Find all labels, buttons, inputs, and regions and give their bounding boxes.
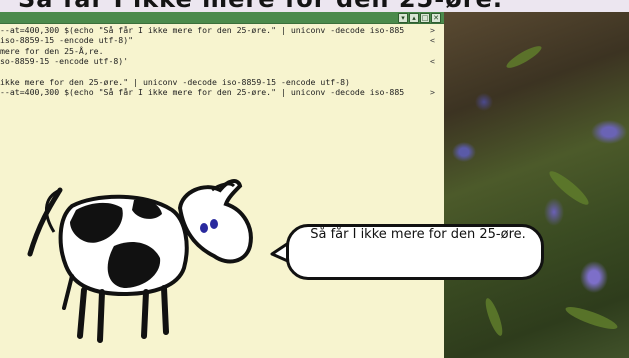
banner-text: Så får I ikke mere for den 25-øre. [18, 0, 503, 12]
terminal-line: --at=400,300 $(echo "Så får I ikke mere … [0, 25, 444, 35]
terminal-line-text: ikke mere for den 25-øre." | uniconv -de… [0, 76, 350, 87]
terminal-line: --at=400,300 $(echo "Så får I ikke mere … [0, 87, 444, 97]
speech-bubble-body: Så får I ikke mere for den 25-øre. [286, 224, 544, 280]
cow-eye [200, 223, 208, 233]
cow-leg [77, 287, 87, 339]
terminal-line-text: --at=400,300 $(echo "Så får I ikke mere … [0, 87, 405, 98]
close-icon[interactable]: ✕ [431, 13, 441, 23]
maximize-icon[interactable]: ▴ [409, 13, 419, 23]
background-banner: Så får I ikke mere for den 25-øre. [0, 0, 629, 12]
desktop-wallpaper-flowers [444, 12, 629, 358]
restore-icon[interactable]: □ [420, 13, 430, 23]
minimize-icon[interactable]: ▾ [398, 13, 408, 23]
speech-text: Så får I ikke mere for den 25-øre. [310, 227, 526, 242]
terminal-line-text: iso-8859-15 -encode utf-8)" [0, 35, 134, 46]
leaf-shape [504, 42, 544, 72]
leaf-shape [482, 296, 506, 338]
terminal-output[interactable]: --at=400,300 $(echo "Så får I ikke mere … [0, 25, 444, 98]
line-continuation-marker: > [430, 25, 435, 35]
cow-eye [210, 219, 218, 229]
terminal-line: ikke mere for den 25-øre." | uniconv -de… [0, 77, 444, 87]
terminal-line-text: mere for den 25-Å,re. [0, 45, 104, 56]
cow-leg [141, 289, 149, 339]
cow-leg [62, 274, 74, 310]
line-continuation-marker: > [430, 87, 435, 98]
line-continuation-marker: < [430, 56, 435, 67]
terminal-line: iso-8859-15 -encode utf-8)" < [0, 35, 444, 45]
terminal-line-text: so-8859-15 -encode utf-8)' [0, 56, 129, 67]
terminal-titlebar[interactable]: ▾ ▴ □ ✕ [0, 12, 444, 24]
cow-character[interactable] [14, 176, 284, 351]
terminal-line: mere for den 25-Å,re. [0, 46, 444, 56]
cow-tail-tip [27, 187, 63, 257]
leaf-shape [545, 167, 593, 209]
cow-leg [97, 289, 105, 343]
terminal-line: so-8859-15 -encode utf-8)' < [0, 56, 444, 66]
leaf-shape [563, 302, 620, 334]
cow-leg [161, 285, 169, 335]
line-continuation-marker: < [430, 35, 435, 46]
terminal-line-text: --at=400,300 $(echo "Så får I ikke mere … [0, 25, 405, 35]
